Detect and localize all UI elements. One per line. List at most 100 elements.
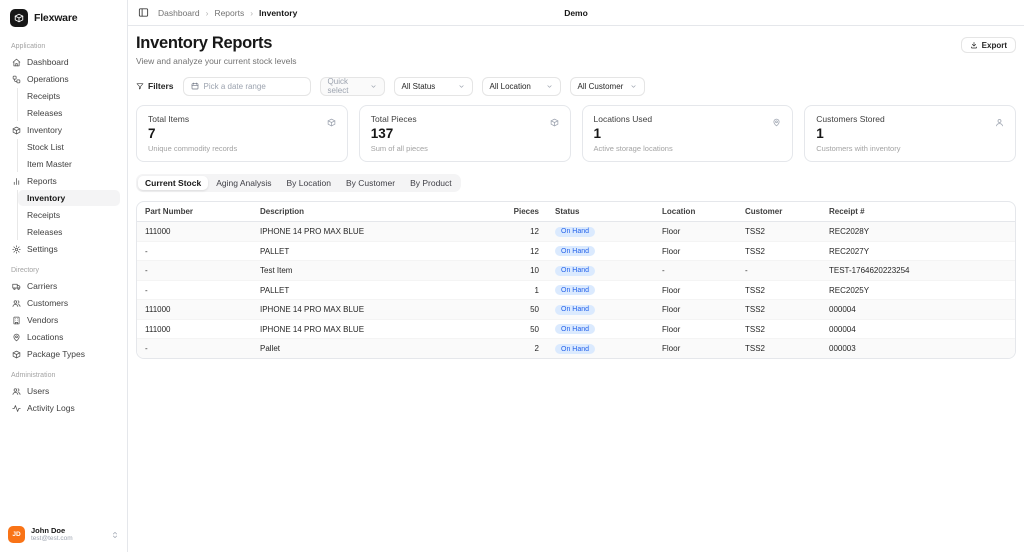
- tab-by-location[interactable]: By Location: [280, 176, 338, 190]
- inventory-table-card: Part Number Description Pieces Status Lo…: [136, 200, 1016, 360]
- report-tabs: Current Stock Aging Analysis By Location…: [136, 173, 461, 192]
- sidebar-item-users[interactable]: Users: [7, 383, 120, 399]
- chevron-down-icon: [458, 83, 465, 90]
- sidebar-item-locations[interactable]: Locations: [7, 329, 120, 345]
- sidebar-item-package-types[interactable]: Package Types: [7, 346, 120, 362]
- location-filter-dropdown[interactable]: All Location: [481, 76, 561, 96]
- stat-card-locations-used: Locations Used 1 Active storage location…: [581, 104, 794, 162]
- chevron-down-icon: [546, 83, 553, 90]
- sidebar-item-reports[interactable]: Reports: [7, 173, 120, 189]
- date-range-input[interactable]: Pick a date range: [182, 76, 311, 96]
- sidebar-item-settings[interactable]: Settings: [7, 241, 120, 257]
- chevron-down-icon: [370, 83, 377, 90]
- sidebar-item-carriers[interactable]: Carriers: [7, 278, 120, 294]
- status-badge: On Hand: [555, 324, 596, 335]
- sidebar-item-reports-releases[interactable]: Releases: [18, 224, 120, 240]
- cell-pieces: 12: [497, 241, 547, 262]
- flexware-logo-icon: [10, 9, 28, 27]
- sidebar-nav: Application Dashboard Operations Receipt…: [0, 33, 127, 517]
- cell-location: Floor: [654, 299, 737, 320]
- sidebar-item-vendors[interactable]: Vendors: [7, 312, 120, 328]
- sidebar-toggle-button[interactable]: [138, 7, 149, 18]
- truck-icon: [12, 282, 21, 291]
- tab-by-product[interactable]: By Product: [403, 176, 459, 190]
- stats-row: Total Items 7 Unique commodity records T…: [128, 104, 1024, 162]
- user-menu[interactable]: JD John Doe test@test.com: [0, 517, 127, 552]
- sidebar-item-reports-receipts[interactable]: Receipts: [18, 207, 120, 223]
- quick-select-value: Quick select: [327, 77, 349, 96]
- sidebar-item-customers[interactable]: Customers: [7, 295, 120, 311]
- sidebar-item-item-master[interactable]: Item Master: [18, 156, 120, 172]
- status-filter-dropdown[interactable]: All Status: [393, 76, 473, 96]
- cell-customer: TSS2: [737, 241, 821, 262]
- stat-card-total-items: Total Items 7 Unique commodity records: [136, 104, 348, 162]
- table-row[interactable]: 111000 IPHONE 14 PRO MAX BLUE 12 On Hand…: [137, 221, 1015, 242]
- chevron-down-icon: [630, 83, 637, 90]
- brand-name: Flexware: [34, 12, 78, 24]
- brand: Flexware: [0, 0, 127, 33]
- quick-select-dropdown[interactable]: Quick select: [319, 76, 385, 96]
- user-email: test@test.com: [31, 535, 73, 543]
- tab-current-stock[interactable]: Current Stock: [138, 175, 209, 190]
- location-filter-value: All Location: [489, 81, 531, 91]
- col-customer: Customer: [737, 201, 821, 223]
- cell-receipt: 000004: [821, 319, 1015, 340]
- cell-location: Floor: [654, 319, 737, 340]
- sidebar-item-label: Stock List: [27, 142, 64, 152]
- reports-subnav: Inventory Receipts Releases: [17, 190, 120, 240]
- page-title: Inventory Reports: [136, 34, 273, 52]
- export-button[interactable]: Export: [960, 37, 1016, 53]
- sidebar-item-label: Item Master: [27, 159, 72, 169]
- page-subtitle: View and analyze your current stock leve…: [136, 55, 297, 66]
- table-row[interactable]: - Test Item 10 On Hand - - TEST-17646202…: [137, 260, 1015, 281]
- breadcrumb-dashboard[interactable]: Dashboard: [158, 8, 200, 18]
- cell-customer: TSS2: [737, 319, 821, 340]
- stat-subtitle: Active storage locations: [593, 143, 673, 153]
- export-button-label: Export: [981, 40, 1007, 50]
- activity-icon: [12, 404, 21, 413]
- sidebar-item-operations-receipts[interactable]: Receipts: [18, 88, 120, 104]
- main-content: Dashboard Reports Inventory Demo Invento…: [128, 0, 1024, 552]
- cell-receipt: REC2028Y: [821, 221, 1015, 242]
- table-row[interactable]: - PALLET 1 On Hand Floor TSS2 REC2025Y: [137, 280, 1015, 301]
- sidebar-item-operations[interactable]: Operations: [7, 71, 120, 87]
- breadcrumb-inventory: Inventory: [259, 7, 298, 18]
- table-row[interactable]: - PALLET 12 On Hand Floor TSS2 REC2027Y: [137, 241, 1015, 262]
- stat-title: Total Pieces: [370, 113, 417, 124]
- breadcrumb-reports[interactable]: Reports: [214, 8, 244, 18]
- status-filter-value: All Status: [401, 81, 436, 91]
- sidebar-item-operations-releases[interactable]: Releases: [18, 105, 120, 121]
- sidebar-item-dashboard[interactable]: Dashboard: [7, 54, 120, 70]
- download-icon: [970, 41, 978, 49]
- sidebar-item-label: Operations: [27, 74, 69, 84]
- sidebar-item-reports-inventory[interactable]: Inventory: [18, 190, 120, 206]
- sidebar-item-label: Users: [27, 386, 50, 396]
- cell-pieces: 50: [497, 299, 547, 320]
- cell-part: 111000: [137, 221, 252, 242]
- table-row[interactable]: 111000 IPHONE 14 PRO MAX BLUE 50 On Hand…: [137, 319, 1015, 340]
- stat-subtitle: Sum of all pieces: [370, 143, 428, 153]
- status-badge: On Hand: [555, 285, 596, 296]
- table-row[interactable]: 111000 IPHONE 14 PRO MAX BLUE 50 On Hand…: [137, 299, 1015, 320]
- funnel-icon: [136, 82, 144, 90]
- cell-location: Floor: [654, 221, 737, 242]
- sidebar-item-label: Customers: [27, 298, 69, 308]
- tab-aging-analysis[interactable]: Aging Analysis: [209, 176, 278, 190]
- operations-subnav: Receipts Releases: [17, 88, 120, 121]
- customer-filter-dropdown[interactable]: All Customer: [569, 76, 645, 96]
- sidebar-item-inventory[interactable]: Inventory: [7, 122, 120, 138]
- col-status: Status: [547, 201, 654, 223]
- cell-receipt: 000004: [821, 299, 1015, 320]
- map-pin-icon: [772, 114, 781, 123]
- filters-button[interactable]: Filters: [136, 81, 174, 91]
- sidebar-item-label: Package Types: [27, 349, 85, 359]
- tab-by-customer[interactable]: By Customer: [339, 176, 402, 190]
- nav-section-administration: Administration: [11, 372, 56, 379]
- calendar-icon: [191, 82, 199, 90]
- table-row[interactable]: - Pallet 2 On Hand Floor TSS2 000003: [137, 338, 1015, 359]
- topbar: Dashboard Reports Inventory Demo: [128, 0, 1024, 26]
- avatar: JD: [8, 526, 25, 543]
- sidebar-item-activity-logs[interactable]: Activity Logs: [7, 400, 120, 416]
- sidebar-item-stock-list[interactable]: Stock List: [18, 139, 120, 155]
- stat-value: 7: [148, 125, 156, 141]
